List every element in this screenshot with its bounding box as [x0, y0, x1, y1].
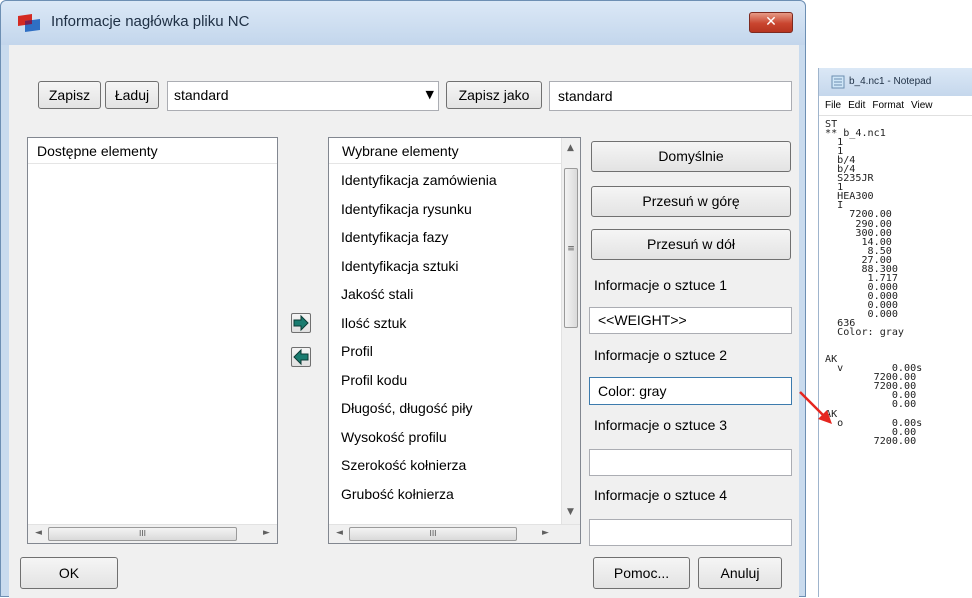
notepad-title-bar[interactable]: b_4.nc1 - Notepad [819, 68, 972, 96]
list-item[interactable]: Profil kodu [329, 366, 497, 395]
title-bar[interactable]: Informacje nagłówka pliku NC ✕ [1, 1, 805, 45]
selected-elements-header: Wybrane elementy [329, 138, 561, 164]
save-as-button[interactable]: Zapisz jako [446, 81, 542, 109]
horizontal-scrollbar[interactable]: ◄ III ► [28, 524, 277, 543]
notepad-icon [831, 75, 845, 89]
preset-dropdown[interactable]: standard ▼ [167, 81, 439, 111]
scroll-left-icon[interactable]: ◄ [30, 525, 47, 542]
move-down-button[interactable]: Przesuń w dół [591, 229, 791, 260]
help-button[interactable]: Pomoc... [593, 557, 690, 589]
available-elements-header: Dostępne elementy [28, 138, 277, 164]
save-button[interactable]: Zapisz [38, 81, 101, 109]
add-element-button[interactable] [291, 313, 311, 333]
menu-item-format[interactable]: Format [872, 100, 904, 111]
list-item[interactable]: Identyfikacja fazy [329, 223, 497, 252]
piece-info-3-field[interactable] [589, 449, 792, 476]
load-button[interactable]: Ładuj [105, 81, 159, 109]
notepad-text-content[interactable]: ST ** b_4.nc1 1 1 b/4 b/4 S235JR 1 HEA30… [825, 119, 922, 446]
annotation-arrow-icon [799, 391, 832, 424]
selected-elements-list[interactable]: Wybrane elementy Identyfikacja zamówieni… [328, 137, 581, 544]
piece-info-2-field[interactable]: Color: gray [589, 377, 792, 405]
dialog-title: Informacje nagłówka pliku NC [51, 13, 250, 30]
remove-element-button[interactable] [291, 347, 311, 367]
arrow-right-icon [293, 314, 309, 332]
piece-info-2-label: Informacje o sztuce 2 [594, 347, 728, 363]
list-item[interactable]: Wysokość profilu [329, 423, 497, 452]
horizontal-scrollbar[interactable]: ◄ III ► [329, 524, 580, 543]
scroll-thumb[interactable]: III [349, 527, 517, 541]
available-elements-list[interactable]: Dostępne elementy ◄ III ► [27, 137, 278, 544]
list-item[interactable]: Ilość sztuk [329, 309, 497, 338]
scroll-thumb[interactable]: III [48, 527, 237, 541]
list-item[interactable]: Identyfikacja zamówienia [329, 166, 497, 195]
list-item[interactable]: Długość, długość piły [329, 394, 497, 423]
nc-header-dialog: Informacje nagłówka pliku NC ✕ Zapisz Ła… [0, 0, 806, 598]
preset-value: standard [174, 87, 229, 103]
piece-info-1-field[interactable]: <<WEIGHT>> [589, 307, 792, 334]
close-button[interactable]: ✕ [749, 12, 793, 33]
menu-item-view[interactable]: View [911, 100, 933, 111]
list-item[interactable]: Jakość stali [329, 280, 497, 309]
scroll-right-icon[interactable]: ► [537, 525, 554, 542]
arrow-left-icon [293, 348, 309, 366]
default-button[interactable]: Domyślnie [591, 141, 791, 172]
scroll-up-icon[interactable]: ▲ [562, 140, 579, 157]
chevron-down-icon[interactable]: ▼ [426, 82, 434, 108]
scroll-thumb-vertical[interactable]: ≡ [564, 168, 578, 328]
cancel-button[interactable]: Anuluj [698, 557, 782, 589]
scroll-left-icon[interactable]: ◄ [331, 525, 348, 542]
list-item[interactable]: Profil [329, 337, 497, 366]
notepad-window: b_4.nc1 - Notepad File Edit Format View ST … [818, 68, 972, 597]
piece-info-4-field[interactable] [589, 519, 792, 546]
notepad-menu-bar: File Edit Format View [819, 96, 972, 116]
piece-info-4-label: Informacje o sztuce 4 [594, 487, 728, 503]
app-icon [18, 14, 40, 32]
list-item[interactable]: Identyfikacja sztuki [329, 252, 497, 281]
menu-item-edit[interactable]: Edit [848, 100, 865, 111]
list-item[interactable]: Grubość kołnierza [329, 480, 497, 509]
save-as-name-field[interactable]: standard [549, 81, 792, 111]
close-icon: ✕ [765, 14, 777, 30]
vertical-scrollbar[interactable]: ▲ ≡ ▼ [561, 138, 580, 525]
ok-button[interactable]: OK [20, 557, 118, 589]
menu-item-file[interactable]: File [825, 100, 841, 111]
move-up-button[interactable]: Przesuń w górę [591, 186, 791, 217]
piece-info-1-label: Informacje o sztuce 1 [594, 277, 728, 293]
scroll-right-icon[interactable]: ► [258, 525, 275, 542]
notepad-title: b_4.nc1 - Notepad [849, 76, 932, 87]
selected-items: Identyfikacja zamówienia Identyfikacja r… [329, 166, 497, 508]
scroll-down-icon[interactable]: ▼ [562, 504, 579, 521]
dialog-client-area: Zapisz Ładuj standard ▼ Zapisz jako stan… [9, 45, 799, 598]
list-item[interactable]: Szerokość kołnierza [329, 451, 497, 480]
list-item[interactable]: Identyfikacja rysunku [329, 195, 497, 224]
piece-info-3-label: Informacje o sztuce 3 [594, 417, 728, 433]
